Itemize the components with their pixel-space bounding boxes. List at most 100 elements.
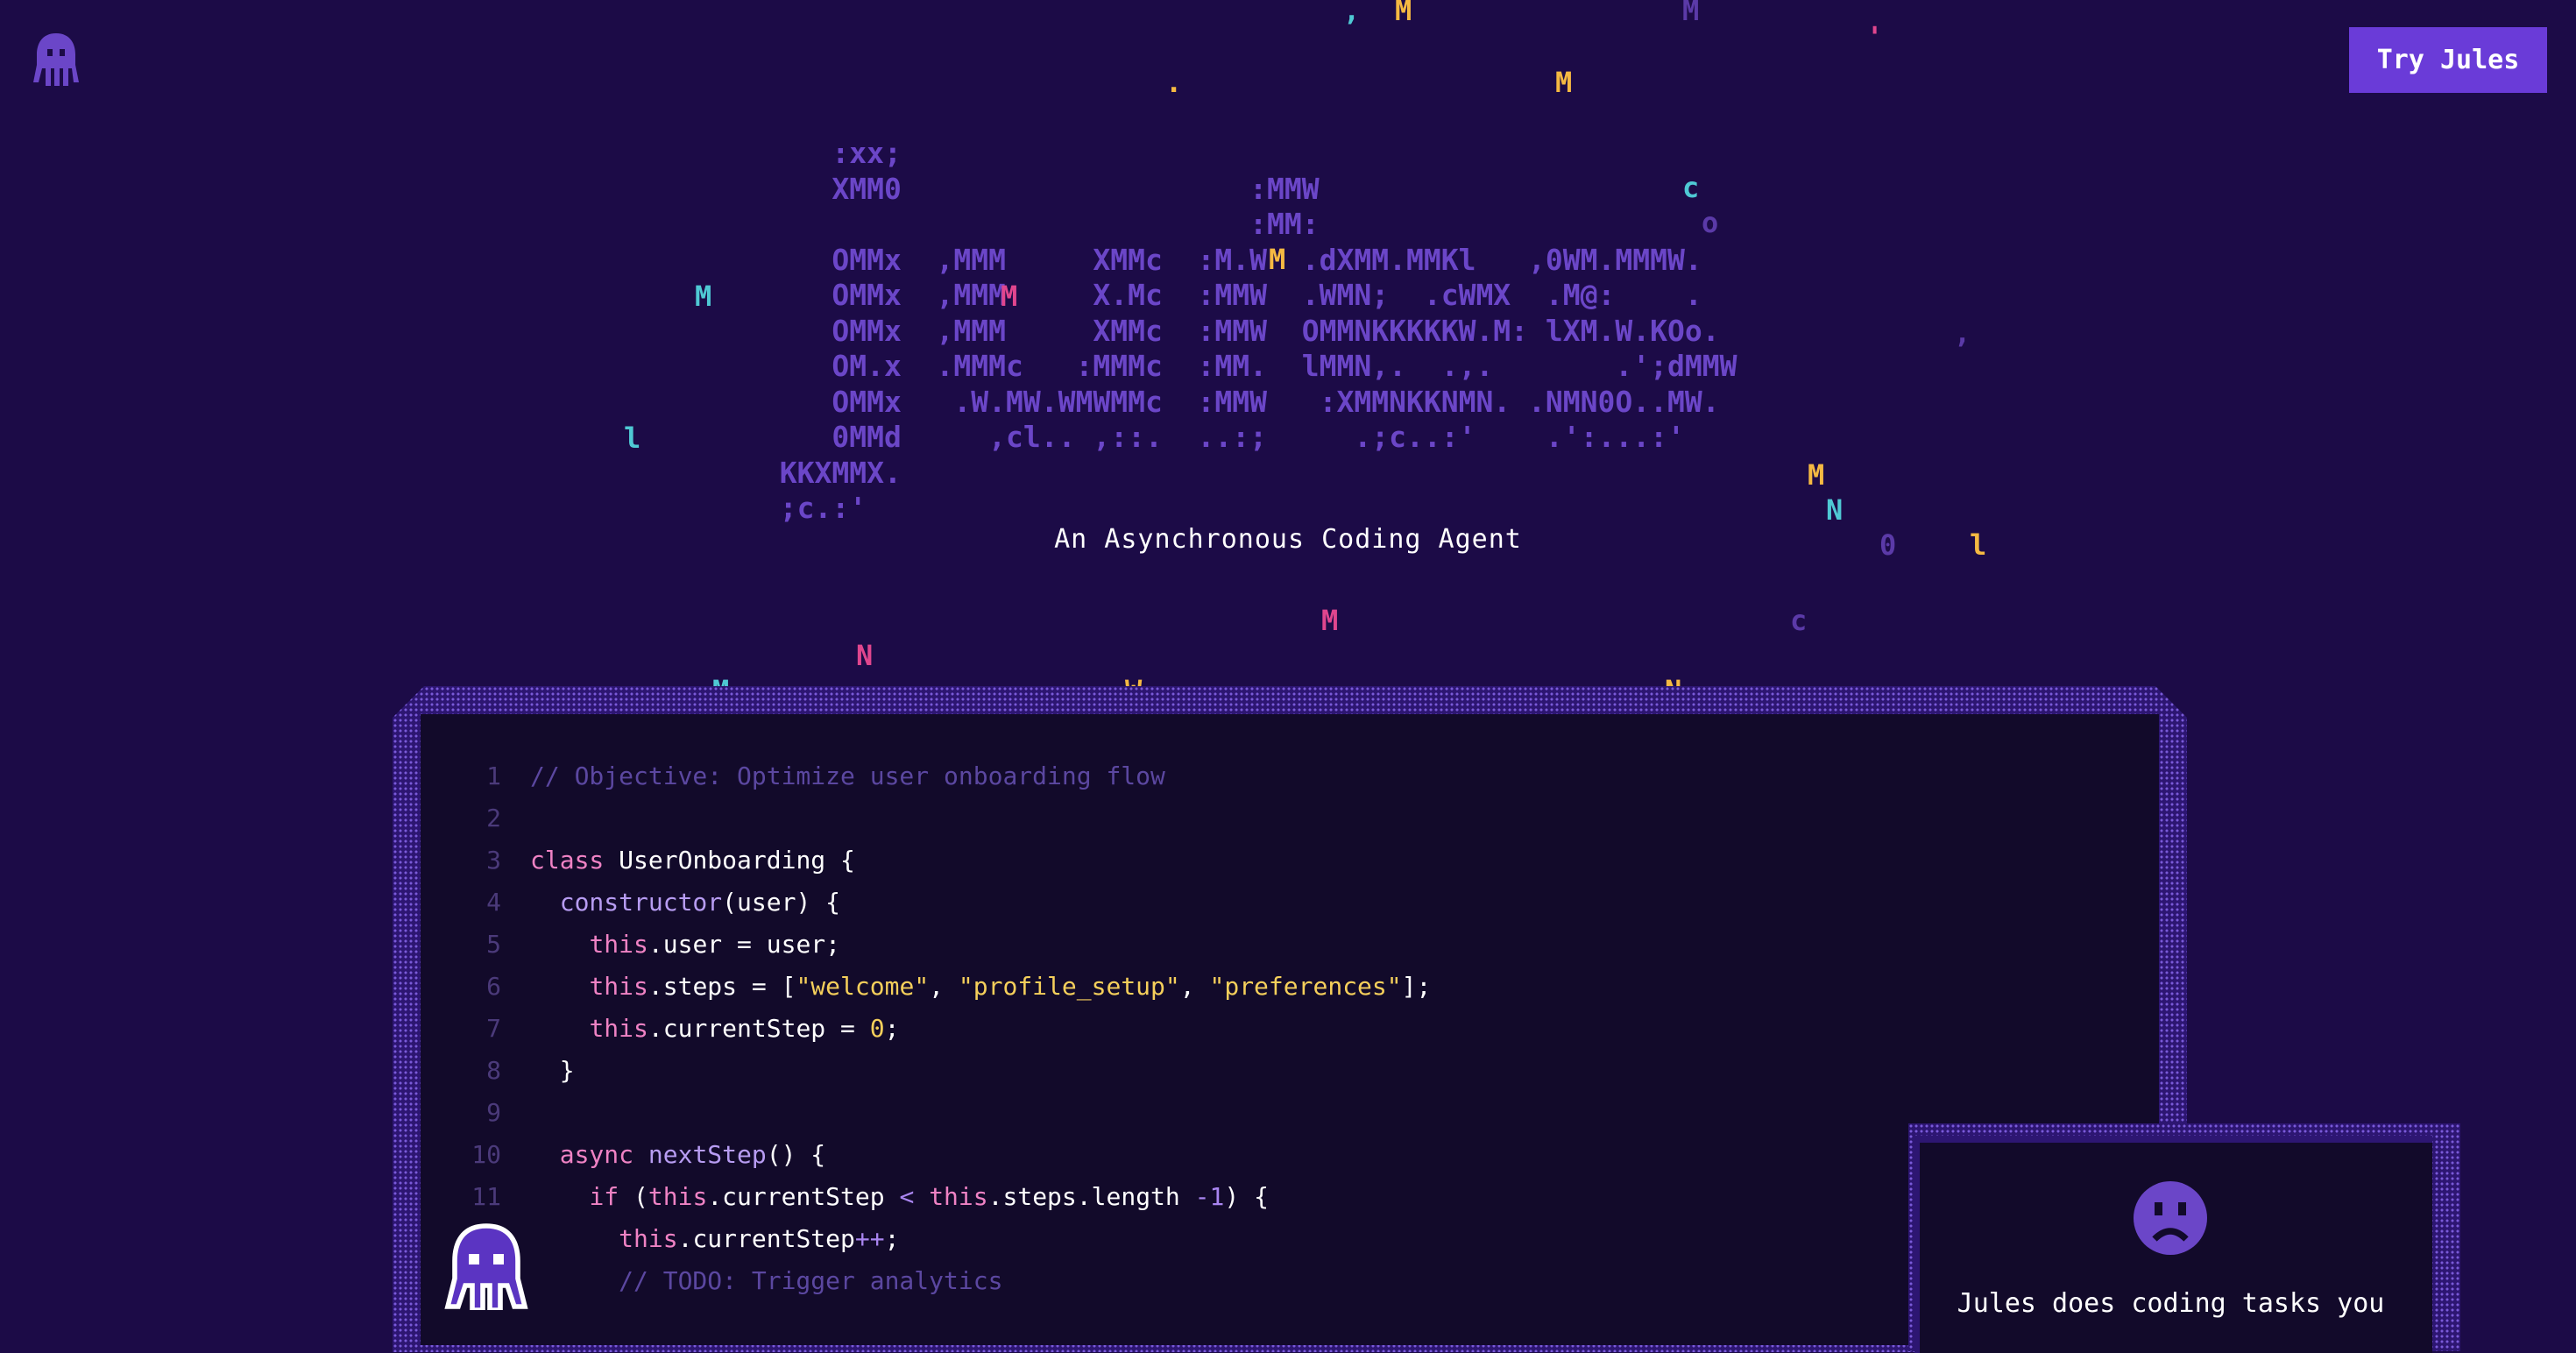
- floating-char: l: [1970, 528, 1987, 562]
- code-token: ,: [929, 972, 959, 1001]
- code-line: 5 this.user = user;: [421, 924, 1431, 966]
- code-token: ];: [1401, 972, 1432, 1001]
- code-token: "profile_setup": [958, 972, 1180, 1001]
- code-text: this.steps = ["welcome", "profile_setup"…: [501, 966, 1431, 1008]
- line-number: 5: [486, 930, 501, 959]
- code-token: ;: [884, 1014, 900, 1043]
- code-token: () {: [766, 1140, 826, 1169]
- code-text: this.user = user;: [501, 924, 840, 966]
- code-text: // TODO: Trigger analytics: [501, 1260, 1002, 1302]
- code-line: 4 constructor(user) {: [421, 882, 1431, 924]
- info-card-text: Jules does coding tasks you: [1957, 1288, 2385, 1319]
- code-line: // TODO: Trigger analytics: [421, 1260, 1431, 1302]
- page-tagline: An Asynchronous Coding Agent: [1054, 524, 1522, 555]
- floating-char: M: [1001, 280, 1018, 313]
- line-number: 10: [471, 1140, 501, 1169]
- code-text: constructor(user) {: [501, 882, 840, 924]
- code-token: "preferences": [1209, 972, 1402, 1001]
- code-token: this: [619, 1224, 678, 1253]
- code-lines: 1 // Objective: Optimize user onboarding …: [421, 755, 1431, 1302]
- code-token: nextStep: [648, 1140, 767, 1169]
- code-line: 6 this.steps = ["welcome", "profile_setu…: [421, 966, 1431, 1008]
- line-number: 7: [486, 1014, 501, 1043]
- code-line: this.currentStep++;: [421, 1218, 1431, 1260]
- floating-char: M: [1269, 243, 1286, 276]
- code-token: this: [589, 930, 648, 959]
- code-token: // TODO: Trigger analytics: [530, 1266, 1003, 1295]
- code-token: class: [530, 846, 619, 875]
- floating-char: o: [1702, 206, 1719, 239]
- line-number: 1: [486, 762, 501, 790]
- octopus-icon[interactable]: [32, 32, 81, 88]
- floating-char: ,: [1343, 0, 1361, 27]
- code-text: }: [501, 1050, 575, 1092]
- code-token: .steps.length: [987, 1182, 1195, 1211]
- floating-char: N: [1826, 493, 1844, 527]
- floating-char: 0: [1879, 528, 1897, 562]
- code-token: ) {: [1224, 1182, 1269, 1211]
- code-token: this: [648, 1182, 708, 1211]
- code-text: async nextStep() {: [501, 1134, 825, 1176]
- code-token: constructor: [559, 888, 723, 917]
- code-token: .steps = [: [648, 972, 796, 1001]
- try-jules-button[interactable]: Try Jules: [2349, 27, 2547, 93]
- code-token: (: [633, 1182, 648, 1211]
- floating-char: M: [1395, 0, 1412, 27]
- line-number: 4: [486, 888, 501, 917]
- code-token: -1: [1194, 1182, 1225, 1211]
- floating-char: N: [856, 639, 874, 672]
- line-number: 3: [486, 846, 501, 875]
- code-token: ++: [854, 1224, 885, 1253]
- code-token: // Objective: Optimize user onboarding f…: [530, 762, 1165, 790]
- jules-ascii-logo: :xx; XMM0 :MMW :MM: OMMx ,MMM XMMc :M.W …: [779, 136, 1737, 525]
- code-line: 7 this.currentStep = 0;: [421, 1008, 1431, 1050]
- code-line: 1 // Objective: Optimize user onboarding …: [421, 755, 1431, 797]
- floating-char: M: [1321, 604, 1339, 637]
- code-text: class UserOnboarding {: [501, 839, 855, 882]
- code-token: "welcome": [796, 972, 930, 1001]
- code-token: (user) {: [722, 888, 841, 917]
- floating-char: ': [1866, 20, 1884, 53]
- code-line: 3 class UserOnboarding {: [421, 839, 1431, 882]
- code-token: {: [825, 846, 855, 875]
- code-line: 11 if (this.currentStep < this.steps.len…: [421, 1176, 1431, 1218]
- line-number: 2: [486, 804, 501, 832]
- line-number: 6: [486, 972, 501, 1001]
- code-token: this: [589, 1014, 648, 1043]
- code-editor: 1 // Objective: Optimize user onboarding …: [421, 714, 2159, 1345]
- line-number: 11: [471, 1182, 501, 1211]
- code-line: 2: [421, 797, 1431, 839]
- code-token: .currentStep: [677, 1224, 855, 1253]
- code-line: 8 }: [421, 1050, 1431, 1092]
- code-token: .user = user;: [648, 930, 841, 959]
- code-token: 0: [869, 1014, 885, 1043]
- code-token: ,: [1179, 972, 1210, 1001]
- code-text: this.currentStep++;: [501, 1218, 899, 1260]
- code-text: this.currentStep = 0;: [501, 1008, 899, 1050]
- code-token: ;: [884, 1224, 900, 1253]
- code-text: // Objective: Optimize user onboarding f…: [501, 755, 1165, 797]
- line-number: 9: [486, 1098, 501, 1127]
- code-token: UserOnboarding: [619, 846, 826, 875]
- floating-char: .: [1165, 66, 1183, 99]
- floating-char: M: [1808, 458, 1825, 492]
- code-text: if (this.currentStep < this.steps.length…: [501, 1176, 1269, 1218]
- code-token: async: [559, 1140, 648, 1169]
- code-token: this: [589, 972, 648, 1001]
- floating-char: M: [1682, 0, 1700, 27]
- code-token: }: [530, 1056, 575, 1085]
- code-token: <: [899, 1182, 915, 1211]
- code-line: 10 async nextStep() {: [421, 1134, 1431, 1176]
- floating-char: M: [695, 280, 712, 313]
- floating-char: c: [1790, 604, 1808, 637]
- floating-char: l: [624, 421, 641, 455]
